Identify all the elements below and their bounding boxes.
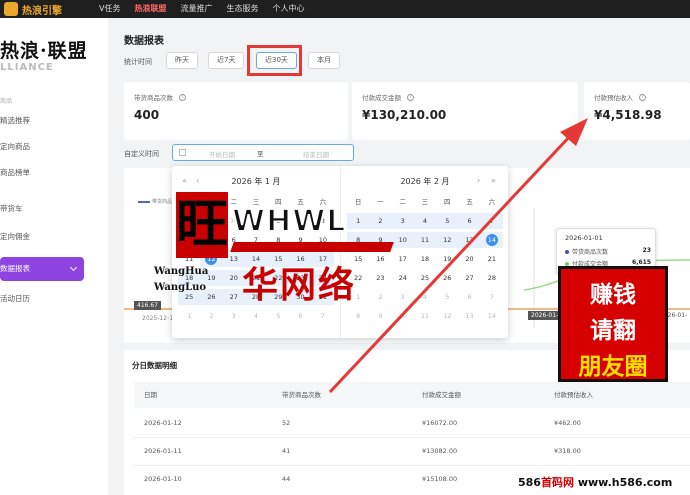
watermark-prefix: 586 <box>518 476 541 489</box>
promo-line: 请翻 <box>590 317 636 344</box>
promo-line: 朋友圈 <box>578 353 648 380</box>
watermark-small: WangHua <box>154 266 209 277</box>
promo-line: 赚钱 <box>590 281 636 308</box>
watermark-logo: 旺 WHWL WangHua WangLuo 华网络 <box>154 190 400 306</box>
promo-banner: 赚钱 请翻 朋友圈 <box>558 266 668 382</box>
watermark-red-block: 旺 <box>176 192 228 258</box>
site-watermark: 586首码网 www.h586.com <box>518 474 672 490</box>
watermark-latin: WHWL <box>231 203 347 240</box>
watermark-url: www.h586.com <box>577 476 673 489</box>
watermark-mid: 首码网 <box>540 476 574 489</box>
watermark-bar <box>230 242 394 252</box>
watermark-small: WangLuo <box>154 282 207 293</box>
watermark-cn: 华网络 <box>242 264 357 306</box>
